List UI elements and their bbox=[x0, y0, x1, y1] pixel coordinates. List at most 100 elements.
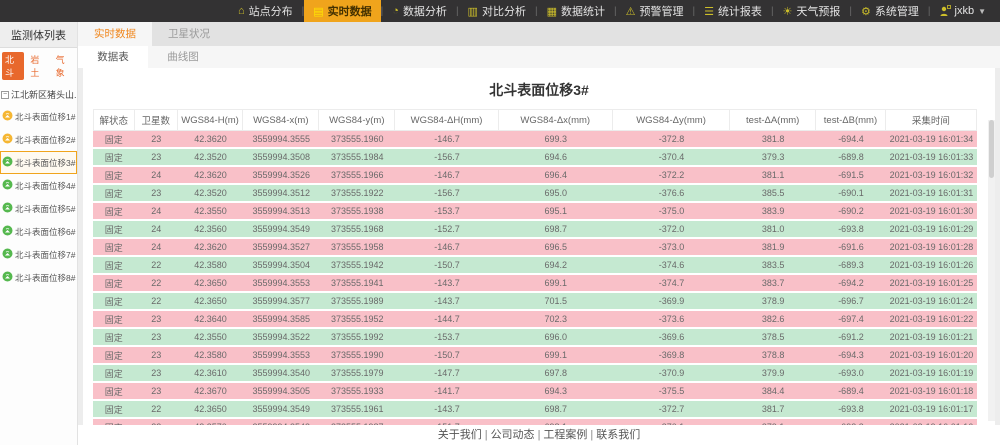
table-cell: -153.7 bbox=[395, 329, 498, 347]
user-menu[interactable]: jxkb ▼ bbox=[931, 0, 994, 22]
table-cell: 2021-03-19 16:01:20 bbox=[886, 347, 977, 365]
table-cell: 23 bbox=[135, 131, 178, 149]
table-cell: 697.8 bbox=[499, 365, 613, 383]
table-cell: 23 bbox=[135, 383, 178, 401]
nav-item-weather-forecast[interactable]: ☀天气预报 bbox=[774, 0, 850, 22]
table-cell: -156.7 bbox=[395, 185, 498, 203]
sidebar-tab-3[interactable]: 气象 bbox=[53, 52, 75, 80]
column-header: WGS84-y(m) bbox=[319, 109, 395, 131]
table-row: 固定2242.35803559994.3504373555.1942-150.7… bbox=[93, 257, 977, 275]
table-cell: 2021-03-19 16:01:19 bbox=[886, 365, 977, 383]
table-cell: 381.8 bbox=[730, 131, 816, 149]
main-menu: ⌂站点分布|▤实时数据|◔数据分析|▥对比分析|▦数据统计|⚠预警管理|☰统计报… bbox=[229, 0, 928, 22]
footer-link-3[interactable]: 工程案例 bbox=[543, 429, 587, 441]
table-cell: 2021-03-19 16:01:26 bbox=[886, 257, 977, 275]
footer-link-1[interactable]: 关于我们 bbox=[438, 429, 482, 441]
sidebar-item-label: 北斗表面位移2# bbox=[15, 134, 75, 146]
nav-item-statistical-reports[interactable]: ☰统计报表 bbox=[695, 0, 771, 22]
table-cell: 701.5 bbox=[499, 293, 613, 311]
column-header: WGS84-H(m) bbox=[178, 109, 243, 131]
nav-item-alert-management[interactable]: ⚠预警管理 bbox=[617, 0, 693, 22]
satellite-status-icon bbox=[2, 202, 13, 215]
table-cell: -689.4 bbox=[816, 383, 886, 401]
table-cell: 固定 bbox=[93, 239, 135, 257]
tab-primary-1[interactable]: 实时数据 bbox=[78, 22, 152, 46]
table-cell: 384.4 bbox=[730, 383, 816, 401]
tab-primary-2[interactable]: 卫星状况 bbox=[152, 22, 226, 46]
sidebar-item-monitor-7[interactable]: 北斗表面位移7# bbox=[0, 243, 77, 266]
table-cell: 固定 bbox=[93, 185, 135, 203]
nav-item-comparison-analysis[interactable]: ▥对比分析 bbox=[459, 0, 535, 22]
table-cell: 696.5 bbox=[499, 239, 613, 257]
scrollbar-thumb[interactable] bbox=[989, 120, 994, 178]
table-row: 固定2242.35703559994.3543373555.1987-151.7… bbox=[93, 419, 977, 425]
table-cell: 固定 bbox=[93, 275, 135, 293]
table-cell: -693.8 bbox=[816, 221, 886, 239]
table-cell: 2021-03-19 16:01:18 bbox=[886, 383, 977, 401]
table-cell: 379.3 bbox=[730, 149, 816, 167]
table-cell: -693.3 bbox=[816, 419, 886, 425]
nav-item-data-statistics[interactable]: ▦数据统计 bbox=[538, 0, 614, 22]
table-cell: -146.7 bbox=[395, 131, 498, 149]
sidebar-item-monitor-6[interactable]: 北斗表面位移6# bbox=[0, 220, 77, 243]
nav-item-realtime-data[interactable]: ▤实时数据 bbox=[304, 0, 380, 22]
footer-divider: | bbox=[482, 429, 491, 441]
table-cell: 373555.1942 bbox=[319, 257, 395, 275]
sidebar-tab-1[interactable]: 北斗 bbox=[2, 52, 24, 80]
sidebar: 监测体列表 北斗岩土气象 − 江北新区猪头山... 北斗表面位移1#北斗表面位移… bbox=[0, 22, 78, 445]
table-scrollbar[interactable] bbox=[988, 120, 995, 421]
table-cell: 694.2 bbox=[499, 257, 613, 275]
nav-item-site-distribution[interactable]: ⌂站点分布 bbox=[229, 0, 302, 22]
table-cell: 3559994.3540 bbox=[243, 365, 319, 383]
table-cell: 24 bbox=[135, 167, 178, 185]
nav-item-data-analysis[interactable]: ◔数据分析 bbox=[383, 0, 456, 22]
table-cell: 3559994.3504 bbox=[243, 257, 319, 275]
table-row: 固定2242.36503559994.3553373555.1941-143.7… bbox=[93, 275, 977, 293]
table-cell: 42.3580 bbox=[178, 347, 243, 365]
table-cell: 373555.1922 bbox=[319, 185, 395, 203]
table-cell: 22 bbox=[135, 257, 178, 275]
table-cell: 3559994.3527 bbox=[243, 239, 319, 257]
table-cell: 378.5 bbox=[730, 329, 816, 347]
table-cell: 2021-03-19 16:01:34 bbox=[886, 131, 977, 149]
table-row: 固定2442.35503559994.3513373555.1938-153.7… bbox=[93, 203, 977, 221]
sidebar-tab-2[interactable]: 岩土 bbox=[27, 52, 49, 80]
tree-root-node[interactable]: − 江北新区猪头山... bbox=[0, 83, 77, 105]
primary-tab-bar: 实时数据卫星状况 bbox=[78, 22, 1000, 46]
sidebar-item-monitor-2[interactable]: 北斗表面位移2# bbox=[0, 128, 77, 151]
nav-item-label: 站点分布 bbox=[249, 3, 293, 19]
table-cell: 699.3 bbox=[499, 131, 613, 149]
column-header: test-ΔA(mm) bbox=[730, 109, 816, 131]
table-cell: 固定 bbox=[93, 311, 135, 329]
tree-collapse-icon[interactable]: − bbox=[1, 91, 9, 99]
sidebar-item-monitor-5[interactable]: 北斗表面位移5# bbox=[0, 197, 77, 220]
table-cell: -694.4 bbox=[816, 131, 886, 149]
sidebar-item-label: 北斗表面位移6# bbox=[15, 226, 75, 238]
footer-link-4[interactable]: 联系我们 bbox=[596, 429, 640, 441]
column-header: WGS84-x(m) bbox=[243, 109, 319, 131]
table-cell: -374.6 bbox=[613, 257, 731, 275]
table-cell: 42.3610 bbox=[178, 365, 243, 383]
table-cell: 固定 bbox=[93, 131, 135, 149]
footer-link-2[interactable]: 公司动态 bbox=[491, 429, 535, 441]
tab-secondary-2[interactable]: 曲线图 bbox=[148, 46, 218, 68]
table-cell: 373555.1984 bbox=[319, 149, 395, 167]
tab-secondary-1[interactable]: 数据表 bbox=[78, 46, 148, 68]
table-cell: 23 bbox=[135, 347, 178, 365]
satellite-status-icon bbox=[2, 271, 13, 284]
table-cell: 固定 bbox=[93, 203, 135, 221]
sidebar-item-monitor-4[interactable]: 北斗表面位移4# bbox=[0, 174, 77, 197]
data-table-card: 北斗表面位移3# 解状态卫星数WGS84-H(m)WGS84-x(m)WGS84… bbox=[83, 68, 995, 425]
sidebar-item-monitor-3[interactable]: 北斗表面位移3# bbox=[0, 151, 77, 174]
table-cell: -372.7 bbox=[613, 401, 731, 419]
column-header: WGS84-ΔH(mm) bbox=[395, 109, 498, 131]
main-panel: 实时数据卫星状况 数据表曲线图 北斗表面位移3# 解状态卫星数WGS84-H(m… bbox=[78, 22, 1000, 445]
table-cell: -144.7 bbox=[395, 311, 498, 329]
table-cell: 373555.1958 bbox=[319, 239, 395, 257]
nav-item-system-management[interactable]: ⚙系统管理 bbox=[852, 0, 928, 22]
table-cell: -370.1 bbox=[613, 419, 731, 425]
table-cell: 694.3 bbox=[499, 383, 613, 401]
sidebar-item-monitor-8[interactable]: 北斗表面位移8# bbox=[0, 266, 77, 289]
table-cell: 42.3640 bbox=[178, 311, 243, 329]
sidebar-item-monitor-1[interactable]: 北斗表面位移1# bbox=[0, 105, 77, 128]
